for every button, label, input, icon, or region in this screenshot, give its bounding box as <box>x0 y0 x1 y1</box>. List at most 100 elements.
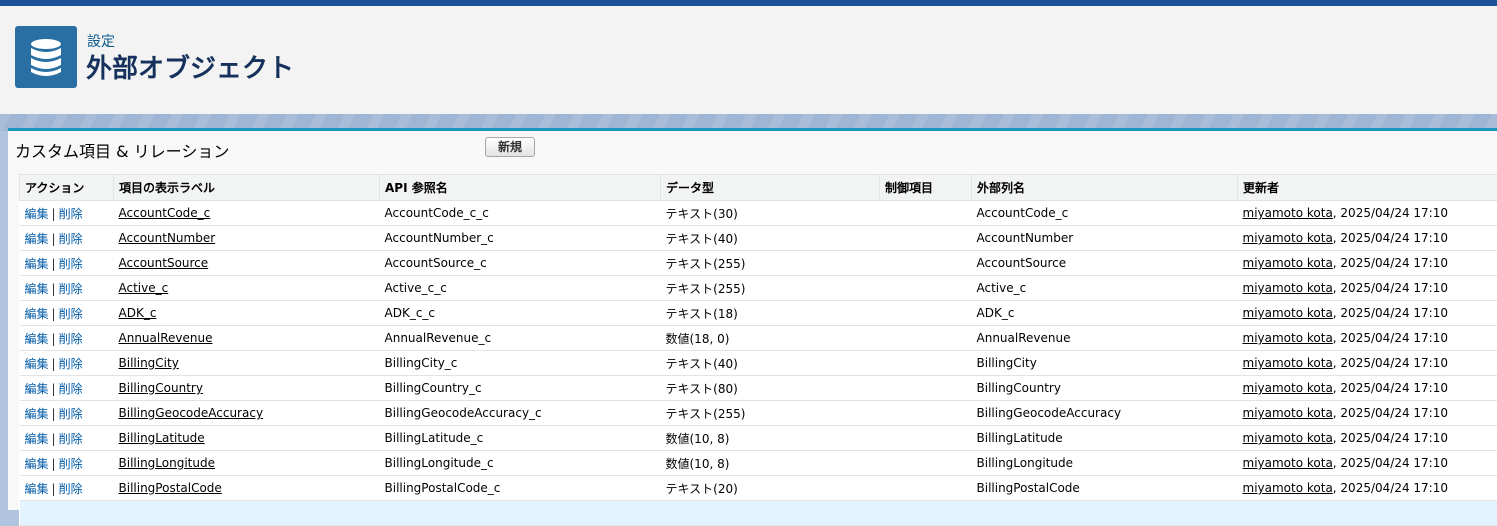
delete-link[interactable]: 削除 <box>59 332 83 346</box>
modified-by-user-link[interactable]: miyamoto kota <box>1243 381 1333 395</box>
delete-link[interactable]: 削除 <box>59 307 83 321</box>
delete-link[interactable]: 削除 <box>59 357 83 371</box>
modified-by-user-link[interactable]: miyamoto kota <box>1243 256 1333 270</box>
modified-by-user-link[interactable]: miyamoto kota <box>1243 281 1333 295</box>
external-column-cell: BillingGeocodeAccuracy <box>972 401 1238 426</box>
table-row: 編集|削除AccountCode_cAccountCode_c_cテキスト(30… <box>20 201 1497 226</box>
delete-link[interactable]: 削除 <box>59 482 83 496</box>
field-label-link[interactable]: BillingCity <box>119 356 179 370</box>
action-separator: | <box>49 257 59 271</box>
api-name-cell: BillingLatitude_c <box>380 426 661 451</box>
external-column-cell: ADK_c <box>972 301 1238 326</box>
field-label-link[interactable]: BillingLatitude <box>119 431 205 445</box>
new-button[interactable]: 新規 <box>485 137 535 157</box>
external-column-cell: BillingCity <box>972 351 1238 376</box>
modified-by-user-link[interactable]: miyamoto kota <box>1243 231 1333 245</box>
field-label-cell: BillingCountry <box>114 376 380 401</box>
field-label-link[interactable]: AccountCode_c <box>119 206 211 220</box>
delete-link[interactable]: 削除 <box>59 382 83 396</box>
modified-by-cell: miyamoto kota, 2025/04/24 17:10 <box>1238 201 1497 226</box>
api-name-cell: ADK_c_c <box>380 301 661 326</box>
external-column-cell: BillingPostalCode <box>972 476 1238 501</box>
api-name-cell: BillingLongitude_c <box>380 451 661 476</box>
field-label-link[interactable]: BillingGeocodeAccuracy <box>119 406 264 420</box>
edit-link[interactable]: 編集 <box>25 307 49 321</box>
modified-by-user-link[interactable]: miyamoto kota <box>1243 206 1333 220</box>
edit-link[interactable]: 編集 <box>25 282 49 296</box>
table-row: 編集|削除BillingCountryBillingCountry_cテキスト(… <box>20 376 1497 401</box>
action-separator: | <box>49 482 59 496</box>
controlling-field-cell <box>880 226 972 251</box>
modified-by-user-link[interactable]: miyamoto kota <box>1243 356 1333 370</box>
modified-by-user-link[interactable]: miyamoto kota <box>1243 481 1333 495</box>
delete-link[interactable]: 削除 <box>59 407 83 421</box>
modified-by-cell: miyamoto kota, 2025/04/24 17:10 <box>1238 276 1497 301</box>
api-name-cell: AccountSource_c <box>380 251 661 276</box>
edit-link[interactable]: 編集 <box>25 407 49 421</box>
delete-link[interactable]: 削除 <box>59 207 83 221</box>
delete-link[interactable]: 削除 <box>59 232 83 246</box>
modified-date: , 2025/04/24 17:10 <box>1333 456 1448 470</box>
field-label-link[interactable]: AnnualRevenue <box>119 331 213 345</box>
field-label-link[interactable]: BillingLongitude <box>119 456 215 470</box>
external-column-cell: BillingLatitude <box>972 426 1238 451</box>
edit-link[interactable]: 編集 <box>25 207 49 221</box>
modified-by-user-link[interactable]: miyamoto kota <box>1243 456 1333 470</box>
data-type-cell: 数値(18, 0) <box>661 326 880 351</box>
edit-link[interactable]: 編集 <box>25 357 49 371</box>
action-separator: | <box>49 282 59 296</box>
section-title: カスタム項目 & リレーション <box>15 138 229 162</box>
action-cell: 編集|削除 <box>20 276 114 301</box>
table-row: 編集|削除BillingLongitudeBillingLongitude_c数… <box>20 451 1497 476</box>
data-type-cell: テキスト(30) <box>661 201 880 226</box>
api-name-cell: BillingCountry_c <box>380 376 661 401</box>
modified-date: , 2025/04/24 17:10 <box>1333 406 1448 420</box>
delete-link[interactable]: 削除 <box>59 457 83 471</box>
field-label-cell: AccountSource <box>114 251 380 276</box>
col-header-label: 項目の表示ラベル <box>114 175 380 201</box>
field-label-cell: BillingPostalCode <box>114 476 380 501</box>
field-label-link[interactable]: AccountSource <box>119 256 209 270</box>
modified-date: , 2025/04/24 17:10 <box>1333 481 1448 495</box>
delete-link[interactable]: 削除 <box>59 257 83 271</box>
edit-link[interactable]: 編集 <box>25 332 49 346</box>
modified-date: , 2025/04/24 17:10 <box>1333 356 1448 370</box>
table-row: 編集|削除ADK_cADK_c_cテキスト(18)ADK_cmiyamoto k… <box>20 301 1497 326</box>
edit-link[interactable]: 編集 <box>25 382 49 396</box>
data-type-cell: テキスト(255) <box>661 276 880 301</box>
edit-link[interactable]: 編集 <box>25 432 49 446</box>
field-label-link[interactable]: ADK_c <box>119 306 157 320</box>
table-row: 編集|削除AnnualRevenueAnnualRevenue_c数値(18, … <box>20 326 1497 351</box>
field-label-link[interactable]: BillingCountry <box>119 381 203 395</box>
controlling-field-cell <box>880 276 972 301</box>
delete-link[interactable]: 削除 <box>59 282 83 296</box>
edit-link[interactable]: 編集 <box>25 257 49 271</box>
external-column-cell: BillingLongitude <box>972 451 1238 476</box>
col-header-api-name: API 参照名 <box>380 175 661 201</box>
table-row: 編集|削除AccountNumberAccountNumber_cテキスト(40… <box>20 226 1497 251</box>
edit-link[interactable]: 編集 <box>25 232 49 246</box>
modified-by-cell: miyamoto kota, 2025/04/24 17:10 <box>1238 301 1497 326</box>
data-type-cell: テキスト(255) <box>661 401 880 426</box>
delete-link[interactable]: 削除 <box>59 432 83 446</box>
modified-by-user-link[interactable]: miyamoto kota <box>1243 431 1333 445</box>
modified-by-user-link[interactable]: miyamoto kota <box>1243 406 1333 420</box>
action-cell: 編集|削除 <box>20 351 114 376</box>
col-header-data-type: データ型 <box>661 175 880 201</box>
modified-by-user-link[interactable]: miyamoto kota <box>1243 331 1333 345</box>
action-cell: 編集|削除 <box>20 326 114 351</box>
modified-date: , 2025/04/24 17:10 <box>1333 306 1448 320</box>
modified-by-user-link[interactable]: miyamoto kota <box>1243 306 1333 320</box>
edit-link[interactable]: 編集 <box>25 457 49 471</box>
action-separator: | <box>49 432 59 446</box>
field-label-link[interactable]: AccountNumber <box>119 231 216 245</box>
edit-link[interactable]: 編集 <box>25 482 49 496</box>
field-label-link[interactable]: BillingPostalCode <box>119 481 222 495</box>
table-row: 編集|削除BillingLatitudeBillingLatitude_c数値(… <box>20 426 1497 451</box>
page-title: 外部オブジェクト <box>86 48 294 85</box>
field-label-link[interactable]: Active_c <box>119 281 169 295</box>
api-name-cell: AccountCode_c_c <box>380 201 661 226</box>
custom-fields-panel: カスタム項目 & リレーション 新規 アクション 項目の表示ラベル API 参照… <box>8 128 1497 510</box>
table-row-partial <box>20 501 1497 526</box>
fields-table: アクション 項目の表示ラベル API 参照名 データ型 制御項目 外部列名 更新… <box>19 174 1497 526</box>
